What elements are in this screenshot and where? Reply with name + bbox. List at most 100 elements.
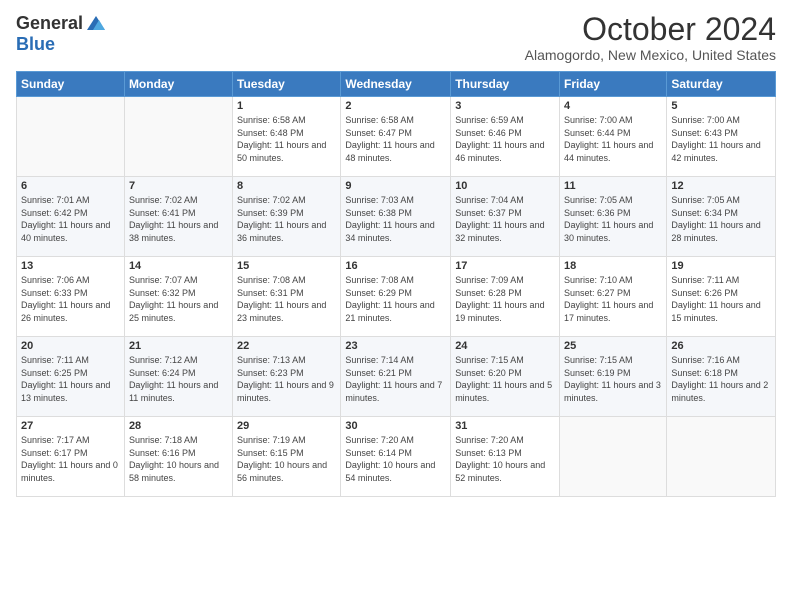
day-info: Sunrise: 7:03 AMSunset: 6:38 PMDaylight:… — [345, 194, 446, 244]
day-info: Sunrise: 7:15 AMSunset: 6:19 PMDaylight:… — [564, 354, 662, 404]
header-sunday: Sunday — [17, 72, 125, 97]
day-number: 13 — [21, 260, 120, 272]
day-number: 19 — [671, 260, 771, 272]
day-info: Sunrise: 7:04 AMSunset: 6:37 PMDaylight:… — [455, 194, 555, 244]
day-number: 16 — [345, 260, 446, 272]
day-number: 12 — [671, 180, 771, 192]
day-number: 26 — [671, 340, 771, 352]
logo-text: General — [16, 12, 107, 34]
calendar-cell: 26 Sunrise: 7:16 AMSunset: 6:18 PMDayligh… — [667, 337, 776, 417]
day-info: Sunrise: 7:09 AMSunset: 6:28 PMDaylight:… — [455, 274, 555, 324]
calendar-week-3: 20Sunrise: 7:11 AMSunset: 6:25 PMDayligh… — [17, 337, 776, 417]
calendar-cell: 21 Sunrise: 7:12 AMSunset: 6:24 PMDayligh… — [124, 337, 232, 417]
day-number: 15 — [237, 260, 336, 272]
day-number: 29 — [237, 420, 336, 432]
day-number: 18 — [564, 260, 662, 272]
day-number: 21 — [129, 340, 228, 352]
day-number: 1 — [237, 100, 336, 112]
day-info: Sunrise: 7:01 AMSunset: 6:42 PMDaylight:… — [21, 194, 120, 244]
day-info: Sunrise: 7:16 AMSunset: 6:18 PMDaylight:… — [671, 354, 771, 404]
day-number: 11 — [564, 180, 662, 192]
day-info: Sunrise: 7:18 AMSunset: 6:16 PMDaylight:… — [129, 434, 228, 484]
day-info: Sunrise: 7:07 AMSunset: 6:32 PMDaylight:… — [129, 274, 228, 324]
day-info: Sunrise: 7:05 AMSunset: 6:34 PMDaylight:… — [671, 194, 771, 244]
page: General Blue October 2024 Alamogordo, Ne… — [0, 0, 792, 612]
day-info: Sunrise: 7:20 AMSunset: 6:13 PMDaylight:… — [455, 434, 555, 484]
calendar-cell: 4Sunrise: 7:00 AMSunset: 6:44 PMDaylight… — [560, 97, 667, 177]
day-info: Sunrise: 7:00 AMSunset: 6:43 PMDaylight:… — [671, 114, 771, 164]
day-info: Sunrise: 7:02 AMSunset: 6:41 PMDaylight:… — [129, 194, 228, 244]
calendar-cell: 11 Sunrise: 7:05 AMSunset: 6:36 PMDayligh… — [560, 177, 667, 257]
day-info: Sunrise: 7:13 AMSunset: 6:23 PMDaylight:… — [237, 354, 336, 404]
day-number: 5 — [671, 100, 771, 112]
calendar-cell: 7Sunrise: 7:02 AMSunset: 6:41 PMDaylight… — [124, 177, 232, 257]
calendar-cell: 28 Sunrise: 7:18 AMSunset: 6:16 PMDayligh… — [124, 417, 232, 497]
day-number: 30 — [345, 420, 446, 432]
calendar-cell: 20Sunrise: 7:11 AMSunset: 6:25 PMDayligh… — [17, 337, 125, 417]
calendar-cell: 6Sunrise: 7:01 AMSunset: 6:42 PMDaylight… — [17, 177, 125, 257]
title-section: October 2024 Alamogordo, New Mexico, Uni… — [525, 12, 776, 63]
month-title: October 2024 — [525, 12, 776, 47]
calendar-cell: 27 Sunrise: 7:17 AMSunset: 6:17 PMDayligh… — [17, 417, 125, 497]
calendar-week-0: 1Sunrise: 6:58 AMSunset: 6:48 PMDaylight… — [17, 97, 776, 177]
calendar-cell: 17 Sunrise: 7:09 AMSunset: 6:28 PMDayligh… — [451, 257, 560, 337]
calendar-cell: 15 Sunrise: 7:08 AMSunset: 6:31 PMDayligh… — [233, 257, 341, 337]
header-monday: Monday — [124, 72, 232, 97]
calendar-cell: 29 Sunrise: 7:19 AMSunset: 6:15 PMDayligh… — [233, 417, 341, 497]
day-info: Sunrise: 7:10 AMSunset: 6:27 PMDaylight:… — [564, 274, 662, 324]
day-info: Sunrise: 7:15 AMSunset: 6:20 PMDaylight:… — [455, 354, 555, 404]
calendar-cell: 8Sunrise: 7:02 AMSunset: 6:39 PMDaylight… — [233, 177, 341, 257]
day-number: 27 — [21, 420, 120, 432]
day-info: Sunrise: 6:59 AMSunset: 6:46 PMDaylight:… — [455, 114, 555, 164]
header-friday: Friday — [560, 72, 667, 97]
calendar-cell: 12 Sunrise: 7:05 AMSunset: 6:34 PMDayligh… — [667, 177, 776, 257]
logo-icon — [85, 12, 107, 34]
calendar-cell: 23Sunrise: 7:14 AMSunset: 6:21 PMDayligh… — [341, 337, 451, 417]
calendar-cell: 25 Sunrise: 7:15 AMSunset: 6:19 PMDayligh… — [560, 337, 667, 417]
calendar-cell: 3 Sunrise: 6:59 AMSunset: 6:46 PMDaylight… — [451, 97, 560, 177]
day-info: Sunrise: 7:11 AMSunset: 6:25 PMDaylight:… — [21, 354, 120, 404]
calendar-cell — [124, 97, 232, 177]
calendar-cell: 5 Sunrise: 7:00 AMSunset: 6:43 PMDaylight… — [667, 97, 776, 177]
logo: General Blue — [16, 12, 107, 55]
day-info: Sunrise: 7:05 AMSunset: 6:36 PMDaylight:… — [564, 194, 662, 244]
day-info: Sunrise: 7:14 AMSunset: 6:21 PMDaylight:… — [345, 354, 446, 404]
calendar: Sunday Monday Tuesday Wednesday Thursday… — [16, 71, 776, 497]
calendar-header-row: Sunday Monday Tuesday Wednesday Thursday… — [17, 72, 776, 97]
calendar-cell: 16Sunrise: 7:08 AMSunset: 6:29 PMDayligh… — [341, 257, 451, 337]
location: Alamogordo, New Mexico, United States — [525, 47, 776, 63]
day-number: 22 — [237, 340, 336, 352]
calendar-cell: 19 Sunrise: 7:11 AMSunset: 6:26 PMDayligh… — [667, 257, 776, 337]
day-info: Sunrise: 7:08 AMSunset: 6:31 PMDaylight:… — [237, 274, 336, 324]
calendar-cell: 9 Sunrise: 7:03 AMSunset: 6:38 PMDaylight… — [341, 177, 451, 257]
day-number: 28 — [129, 420, 228, 432]
day-number: 9 — [345, 180, 446, 192]
day-info: Sunrise: 7:19 AMSunset: 6:15 PMDaylight:… — [237, 434, 336, 484]
day-number: 25 — [564, 340, 662, 352]
logo-general: General — [16, 13, 83, 34]
logo-blue: Blue — [16, 34, 55, 55]
calendar-cell: 1Sunrise: 6:58 AMSunset: 6:48 PMDaylight… — [233, 97, 341, 177]
header-thursday: Thursday — [451, 72, 560, 97]
day-info: Sunrise: 7:17 AMSunset: 6:17 PMDaylight:… — [21, 434, 120, 484]
calendar-cell: 22 Sunrise: 7:13 AMSunset: 6:23 PMDayligh… — [233, 337, 341, 417]
day-number: 3 — [455, 100, 555, 112]
calendar-cell — [17, 97, 125, 177]
day-number: 17 — [455, 260, 555, 272]
day-number: 2 — [345, 100, 446, 112]
calendar-cell: 31 Sunrise: 7:20 AMSunset: 6:13 PMDayligh… — [451, 417, 560, 497]
calendar-cell: 30 Sunrise: 7:20 AMSunset: 6:14 PMDayligh… — [341, 417, 451, 497]
header: General Blue October 2024 Alamogordo, Ne… — [16, 12, 776, 63]
day-number: 14 — [129, 260, 228, 272]
day-info: Sunrise: 7:11 AMSunset: 6:26 PMDaylight:… — [671, 274, 771, 324]
calendar-cell: 10 Sunrise: 7:04 AMSunset: 6:37 PMDayligh… — [451, 177, 560, 257]
header-tuesday: Tuesday — [233, 72, 341, 97]
calendar-cell: 2Sunrise: 6:58 AMSunset: 6:47 PMDaylight… — [341, 97, 451, 177]
day-info: Sunrise: 7:12 AMSunset: 6:24 PMDaylight:… — [129, 354, 228, 404]
calendar-cell: 18 Sunrise: 7:10 AMSunset: 6:27 PMDayligh… — [560, 257, 667, 337]
day-info: Sunrise: 7:20 AMSunset: 6:14 PMDaylight:… — [345, 434, 446, 484]
calendar-week-2: 13Sunrise: 7:06 AMSunset: 6:33 PMDayligh… — [17, 257, 776, 337]
calendar-cell: 13Sunrise: 7:06 AMSunset: 6:33 PMDayligh… — [17, 257, 125, 337]
day-number: 10 — [455, 180, 555, 192]
day-number: 31 — [455, 420, 555, 432]
